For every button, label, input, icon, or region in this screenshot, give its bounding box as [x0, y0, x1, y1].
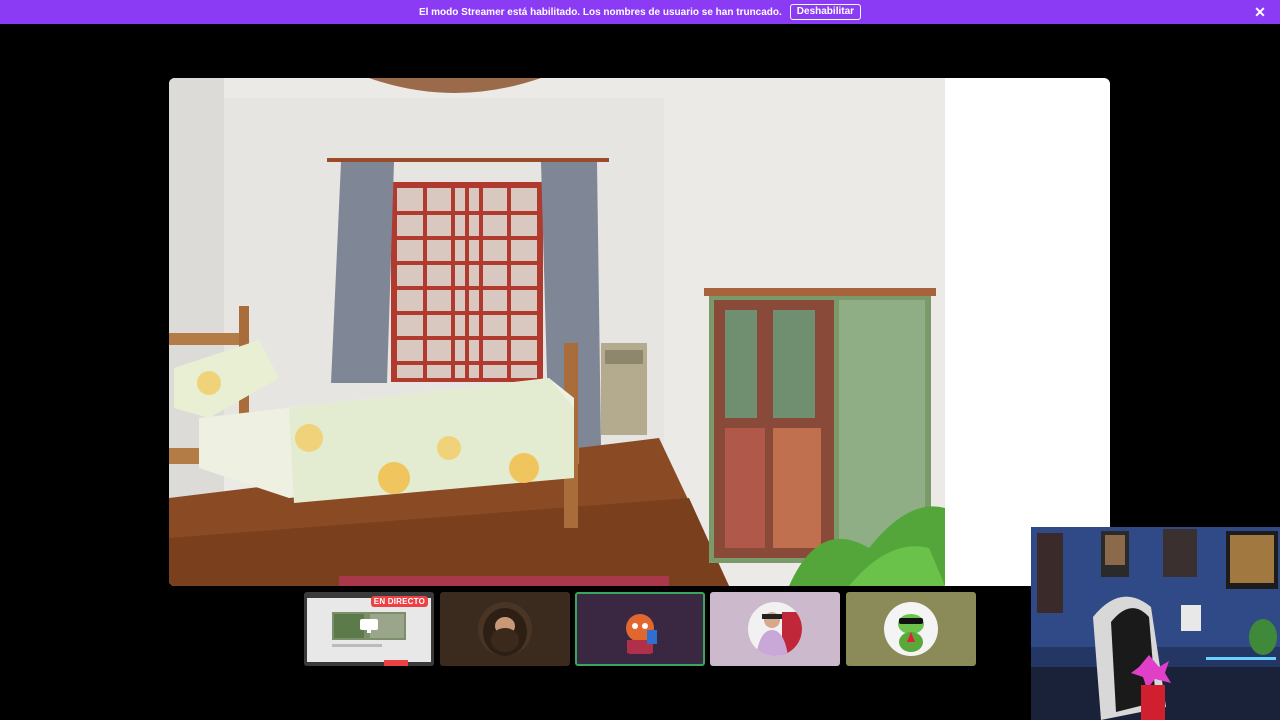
avatar — [884, 602, 938, 656]
monitor-icon — [360, 619, 378, 633]
stream-stage[interactable] — [169, 78, 1110, 586]
streamer-mode-banner: El modo Streamer está habilitado. Los no… — [0, 0, 1280, 24]
banner-text: El modo Streamer está habilitado. Los no… — [418, 6, 782, 18]
tile-screen-share[interactable]: EN DIRECTO — [304, 592, 434, 666]
avatar — [613, 602, 667, 656]
disable-streamer-mode-button[interactable]: Deshabilitar — [789, 4, 862, 20]
avatar — [478, 602, 532, 656]
shared-screen-image — [169, 78, 945, 586]
tile-participant-3-speaking[interactable] — [575, 592, 705, 666]
avatar — [748, 602, 802, 656]
tile-participant-5[interactable] — [846, 592, 976, 666]
webcam-feed — [1031, 527, 1280, 720]
tile-participant-4[interactable] — [710, 592, 840, 666]
tile-participant-2[interactable] — [440, 592, 570, 666]
live-badge: EN DIRECTO — [370, 596, 428, 607]
close-icon[interactable]: ✕ — [1252, 4, 1268, 20]
